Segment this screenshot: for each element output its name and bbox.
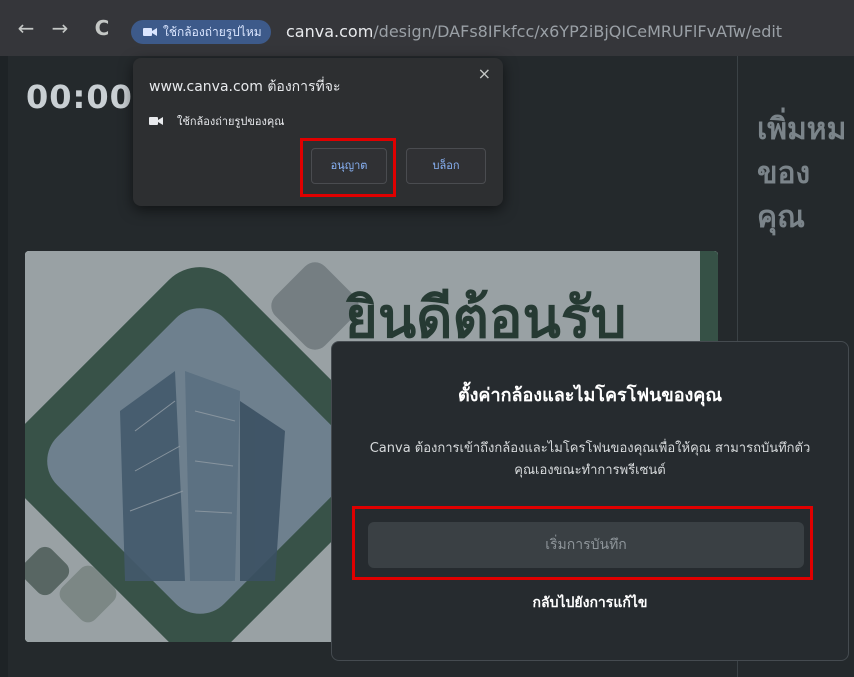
browser-toolbar: ← → C ใช้กล้องถ่ายรูปไหม canva.com/desig… bbox=[0, 0, 854, 56]
dialog-description: Canva ต้องการเข้าถึงกล้องและไมโครโฟนของค… bbox=[369, 441, 811, 478]
camera-icon bbox=[143, 28, 157, 36]
permission-item: ใช้กล้องถ่ายรูปของคุณ bbox=[149, 112, 284, 130]
url-path: /design/DAFs8IFkfcc/x6YP2iBjQICeMRUFlFvA… bbox=[373, 22, 783, 41]
close-icon[interactable]: × bbox=[478, 64, 491, 83]
dialog-title: ตั้งค่ากล้องและไมโครโฟนของคุณ bbox=[457, 385, 723, 406]
permission-item-label: ใช้กล้องถ่ายรูปของคุณ bbox=[177, 115, 285, 128]
camera-mic-setup-dialog: ตั้งค่ากล้องและไมโครโฟนของคุณ Canva ต้อง… bbox=[331, 341, 849, 661]
permission-title: www.canva.com ต้องการที่จะ bbox=[149, 79, 341, 95]
address-bar[interactable]: canva.com/design/DAFs8IFkfcc/x6YP2iBjQIC… bbox=[286, 22, 782, 41]
side-panel-title: เพิ่มหม ของคุณ bbox=[757, 112, 847, 235]
camera-chip-label: ใช้กล้องถ่ายรูปไหม bbox=[163, 24, 262, 39]
back-to-editing-link[interactable]: กลับไปยังการแก้ไข bbox=[332, 592, 848, 614]
block-button[interactable]: บล็อก bbox=[406, 148, 486, 184]
camera-icon bbox=[149, 117, 163, 125]
reload-button[interactable]: C bbox=[88, 14, 116, 42]
highlight-record-box bbox=[352, 506, 813, 580]
forward-button[interactable]: → bbox=[46, 14, 74, 42]
camera-permission-chip[interactable]: ใช้กล้องถ่ายรูปไหม bbox=[131, 20, 271, 44]
back-button[interactable]: ← bbox=[12, 14, 40, 42]
recording-timer: 00:00 bbox=[26, 78, 133, 116]
highlight-allow-box bbox=[300, 138, 396, 197]
url-domain: canva.com bbox=[286, 22, 374, 41]
